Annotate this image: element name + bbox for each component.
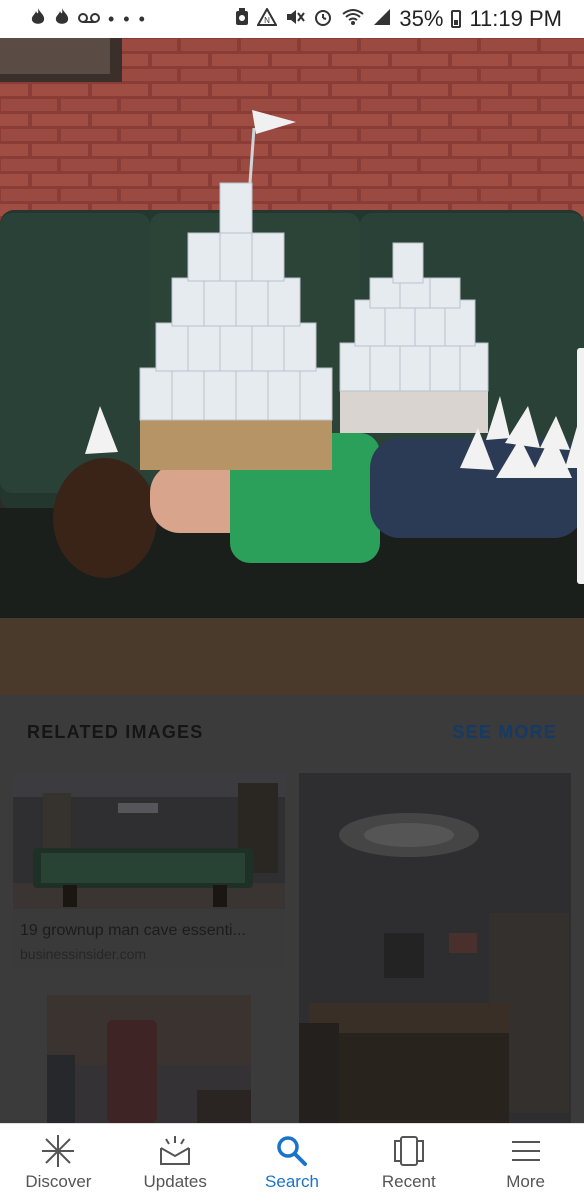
nav-label: Recent — [381, 1172, 436, 1191]
card-caption: 19 grownup man cave essenti... businessi… — [13, 914, 285, 962]
nav-recent[interactable]: Recent — [350, 1124, 467, 1201]
nfc-icon: N — [256, 6, 279, 30]
nav-search[interactable]: Search — [234, 1124, 351, 1201]
nav-label: More — [506, 1172, 545, 1191]
wifi-icon — [341, 8, 365, 30]
nav-updates[interactable]: Updates — [117, 1124, 234, 1201]
status-right: N 35% 11:19 PM — [235, 6, 562, 32]
thumbnail-image — [299, 773, 571, 1123]
clock: 11:19 PM — [469, 6, 562, 31]
battery-percent: 35% — [399, 6, 444, 31]
recycle-icon — [235, 8, 249, 30]
voicemail-icon — [78, 9, 100, 29]
thumbnail-image — [47, 995, 251, 1123]
related-images-title: RELATED IMAGES — [27, 721, 204, 742]
recent-cards-icon — [392, 1134, 426, 1168]
search-icon — [275, 1134, 309, 1168]
status-left: • • • — [30, 7, 147, 31]
asterisk-icon — [41, 1134, 75, 1168]
scroll-handle[interactable] — [577, 348, 584, 584]
flame-icon — [54, 7, 70, 31]
card-title: 19 grownup man cave essenti... — [20, 922, 246, 939]
nav-label: Discover — [25, 1172, 92, 1191]
related-images-header: RELATED IMAGES SEE MORE — [0, 695, 584, 769]
related-image-card[interactable]: 19 grownup man cave essenti... businessi… — [13, 773, 285, 969]
card-source: businessinsider.com — [20, 946, 147, 962]
nav-label: Updates — [143, 1172, 207, 1191]
main-image[interactable] — [0, 38, 584, 695]
status-bar: • • • N 35% 11:19 PM — [0, 0, 584, 38]
signal-icon — [373, 8, 391, 30]
photo-illustration — [0, 38, 584, 695]
svg-text:N: N — [265, 16, 271, 25]
related-images-section: RELATED IMAGES SEE MORE 19 grownup man c… — [0, 695, 584, 1123]
thumbnail-image — [13, 773, 285, 909]
related-image-card[interactable] — [47, 995, 251, 1123]
bottom-navigation: Discover Updates Search Recent More — [0, 1123, 584, 1201]
more-notifications-dots: • • • — [108, 8, 147, 29]
updates-icon — [158, 1134, 192, 1168]
battery-icon — [451, 10, 462, 28]
nav-discover[interactable]: Discover — [0, 1124, 117, 1201]
related-image-card[interactable] — [299, 773, 571, 1123]
see-more-link[interactable]: SEE MORE — [452, 722, 557, 743]
flame-icon — [30, 7, 46, 31]
nav-more[interactable]: More — [467, 1124, 584, 1201]
mute-icon — [285, 8, 306, 30]
alarm-icon — [313, 7, 333, 31]
nav-label: Search — [265, 1172, 319, 1191]
menu-icon — [509, 1134, 543, 1168]
